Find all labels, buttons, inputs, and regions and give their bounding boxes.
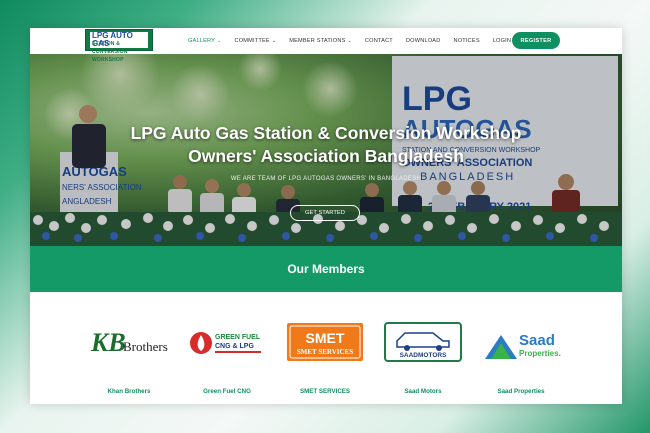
hero-title-line2: Owners' Association Bangladesh [188, 146, 464, 166]
member-card-saad-motors[interactable]: SAADMOTORS Saad Motors [378, 292, 468, 404]
member-card-saad-properties[interactable]: Saad Properties. Saad Properties [476, 292, 566, 404]
nav-label: NOTICES [453, 38, 480, 44]
member-card-khan-brothers[interactable]: KB Brothers Khan Brothers [84, 292, 174, 404]
svg-text:Brothers: Brothers [123, 339, 168, 354]
logo-badge: LPG AUTO GAS STATION & CONVERSION WORKSH… [90, 32, 148, 63]
svg-text:GREEN FUEL: GREEN FUEL [215, 334, 261, 341]
member-name: Saad Properties [497, 388, 545, 395]
nav-committee[interactable]: COMMITTEE ⌄ [235, 38, 277, 44]
member-card-smet-services[interactable]: SMET SMET SERVICES SMET SERVICES [280, 292, 370, 404]
member-name: Khan Brothers [107, 388, 151, 395]
svg-text:CNG & LPG: CNG & LPG [215, 343, 254, 350]
member-card-green-fuel[interactable]: GREEN FUEL CNG & LPG Green Fuel CNG [182, 292, 272, 404]
member-name: Green Fuel CNG [203, 388, 251, 395]
nav-label: CONTACT [364, 38, 393, 44]
browser-page: LPG AUTO GAS STATION & CONVERSION WORKSH… [30, 28, 622, 404]
nav-label: MEMBER STATIONS [289, 38, 346, 44]
hero-section: LPG AUTOGAS STATION AND CONVERSION WORKS… [30, 54, 622, 246]
chevron-down-icon: ⌄ [347, 38, 352, 44]
nav-login[interactable]: LOGIN [493, 38, 511, 44]
nav-contact[interactable]: CONTACT [365, 38, 393, 44]
nav-label: COMMITTEE [234, 38, 270, 44]
svg-text:SMET SERVICES: SMET SERVICES [297, 348, 353, 356]
register-button[interactable]: REGISTER [512, 32, 560, 49]
logo-text-sub: STATION & CONVERSION WORKSHOP [92, 41, 128, 63]
svg-text:SMET: SMET [306, 330, 345, 346]
hero-subtitle: WE ARE TEAM OF LPG AUTOGAS OWNERS' IN BA… [230, 176, 422, 182]
svg-text:SAADMOTORS: SAADMOTORS [400, 352, 447, 359]
hero-title-line1: LPG Auto Gas Station & Conversion Worksh… [130, 123, 522, 143]
svg-text:KB: KB [90, 328, 126, 357]
khan-brothers-logo: KB Brothers [90, 328, 168, 357]
nav-gallery[interactable]: GALLERY ⌄ [188, 38, 222, 44]
hero-title: LPG Auto Gas Station & Conversion Worksh… [30, 122, 622, 168]
nav-label: GALLERY [188, 38, 216, 44]
saad-properties-logo: Saad Properties. [485, 332, 561, 359]
member-name: SMET SERVICES [299, 388, 351, 395]
members-header: Our Members [30, 246, 622, 292]
svg-text:Saad: Saad [519, 332, 555, 349]
nav-label: DOWNLOAD [405, 38, 441, 44]
nav-notices[interactable]: NOTICES [453, 38, 479, 44]
green-fuel-logo: GREEN FUEL CNG & LPG [190, 332, 261, 354]
saad-motors-logo: SAADMOTORS [384, 322, 462, 362]
members-title: Our Members [287, 262, 365, 276]
smet-logo: SMET SMET SERVICES [287, 323, 363, 361]
site-header: LPG AUTO GAS STATION & CONVERSION WORKSH… [30, 28, 622, 63]
chevron-down-icon: ⌄ [217, 38, 222, 44]
site-logo[interactable]: LPG AUTO GAS STATION & CONVERSION WORKSH… [85, 29, 153, 63]
nav-member-stations[interactable]: MEMBER STATIONS ⌄ [289, 38, 352, 44]
chevron-down-icon: ⌄ [271, 38, 277, 44]
member-name: Saad Motors [404, 388, 442, 395]
nav-label: LOGIN [492, 38, 512, 44]
main-nav: GALLERY ⌄ COMMITTEE ⌄ MEMBER STATIONS ⌄ CON… [188, 28, 524, 54]
svg-text:Properties.: Properties. [519, 349, 561, 358]
get-started-button[interactable]: GET STARTED [290, 205, 360, 221]
members-list: KB Brothers Khan Brothers GREEN FUEL CNG… [30, 292, 622, 404]
nav-download[interactable]: DOWNLOAD [406, 38, 441, 44]
